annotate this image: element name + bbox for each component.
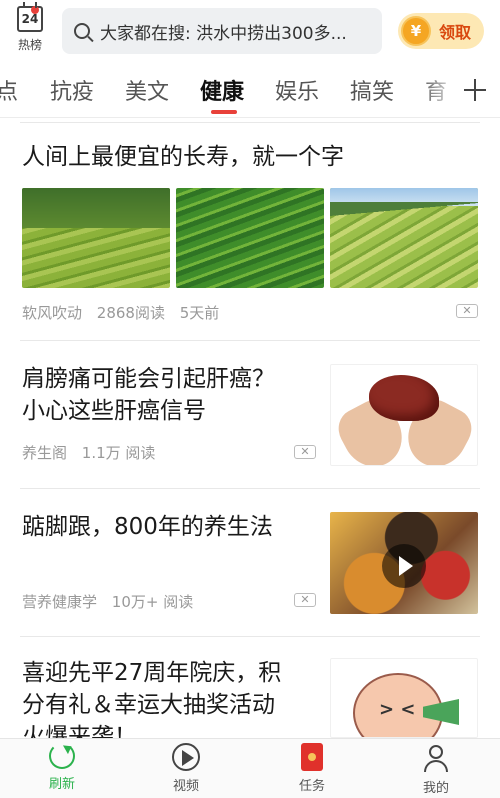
- divider: [20, 488, 480, 489]
- search-bar[interactable]: 大家都在搜: 洪水中捞出300多...: [62, 8, 382, 54]
- bottom-nav: 刷新 视频 任务 我的: [0, 738, 500, 798]
- nav-refresh[interactable]: 刷新: [22, 743, 102, 792]
- divider: [20, 636, 480, 637]
- category-tabs: 点 抗疫 美文 健康 娱乐 搞笑 育: [0, 64, 500, 118]
- active-tab-indicator: [211, 110, 237, 114]
- news-title-line: 肩膀痛可能会引起肝癌？: [22, 366, 275, 392]
- news-title: 人间上最便宜的长寿，就一个字: [22, 144, 344, 170]
- dismiss-icon[interactable]: ✕: [294, 445, 316, 459]
- nav-video[interactable]: 视频: [146, 743, 226, 794]
- liver-shape: [369, 375, 439, 421]
- yuan-coin-icon: ¥: [401, 16, 431, 46]
- tabs-fade: [420, 64, 460, 117]
- news-image: [330, 188, 478, 288]
- refresh-icon: [49, 743, 75, 769]
- cartoon-image: > <: [330, 658, 478, 738]
- nav-label: 任务: [298, 779, 325, 794]
- tab-health[interactable]: 健康: [200, 74, 244, 106]
- red-envelope-icon: [301, 743, 323, 771]
- news-reads: 10万+ 阅读: [111, 593, 194, 611]
- nav-label: 刷新: [48, 777, 75, 792]
- news-title-line: 小心这些肝癌信号: [22, 398, 206, 424]
- tab-antiepidemic[interactable]: 抗疫: [50, 74, 94, 106]
- search-icon: [74, 23, 90, 39]
- divider: [20, 340, 480, 341]
- news-image: [22, 188, 170, 288]
- news-reads: 2868阅读: [96, 304, 165, 322]
- play-icon[interactable]: [382, 544, 426, 588]
- news-image: [176, 188, 324, 288]
- play-icon: [172, 743, 200, 771]
- news-title-line: 喜迎先平27周年院庆，积: [22, 660, 282, 686]
- video-thumbnail[interactable]: [330, 512, 478, 614]
- nav-tasks[interactable]: 任务: [272, 743, 352, 794]
- news-meta: 软风吹动 2868阅读 5天前: [22, 302, 229, 323]
- news-time: 5天前: [179, 304, 220, 322]
- nav-profile[interactable]: 我的: [396, 743, 476, 796]
- search-suggestion-text: 大家都在搜: 洪水中捞出300多...: [100, 23, 347, 44]
- news-source: 营养健康学: [22, 593, 98, 611]
- user-icon: [421, 743, 451, 773]
- news-meta: 养生阁 1.1万 阅读: [22, 442, 165, 463]
- add-channel-icon[interactable]: [458, 72, 492, 108]
- divider: [20, 122, 480, 123]
- claim-reward-label: 领取: [439, 23, 472, 42]
- hot-list-button[interactable]: 24 热榜: [10, 2, 50, 58]
- tab-partial-left[interactable]: 点: [0, 74, 18, 106]
- hot-list-label: 热榜: [17, 38, 42, 52]
- calendar-icon: 24: [17, 2, 43, 32]
- tab-essays[interactable]: 美文: [125, 74, 169, 106]
- news-meta: 营养健康学 10万+ 阅读: [22, 591, 203, 612]
- claim-reward-button[interactable]: ¥ 领取: [398, 13, 484, 49]
- news-title-line: 分有礼＆幸运大抽奖活动: [22, 692, 275, 718]
- news-title: 踮脚跟，800年的养生法: [22, 514, 273, 540]
- news-reads: 1.1万 阅读: [81, 444, 156, 462]
- tab-funny[interactable]: 搞笑: [350, 74, 394, 106]
- nav-label: 视频: [172, 779, 199, 794]
- liver-hands-image: [330, 364, 478, 466]
- news-source: 软风吹动: [22, 304, 83, 322]
- nav-label: 我的: [422, 781, 449, 796]
- tab-entertainment[interactable]: 娱乐: [275, 74, 319, 106]
- dismiss-icon[interactable]: ✕: [294, 593, 316, 607]
- notification-dot: [31, 6, 39, 14]
- dismiss-icon[interactable]: ✕: [456, 304, 478, 318]
- top-bar: 24 热榜 大家都在搜: 洪水中捞出300多... ¥ 领取: [0, 0, 500, 64]
- news-source: 养生阁: [22, 444, 68, 462]
